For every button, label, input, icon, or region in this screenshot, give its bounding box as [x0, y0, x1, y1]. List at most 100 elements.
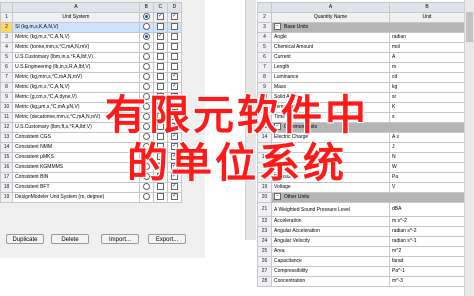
- display-checkbox[interactable]: [156, 163, 164, 171]
- active-radio[interactable]: [142, 133, 150, 141]
- display-checkbox[interactable]: [156, 53, 164, 61]
- unit-value[interactable]: farad: [389, 256, 465, 267]
- section-row[interactable]: 3− Base Units: [257, 22, 465, 33]
- unit-value[interactable]: m^2: [389, 246, 465, 257]
- display-checkbox[interactable]: [156, 43, 164, 51]
- active-radio[interactable]: [142, 103, 150, 111]
- display-checkbox[interactable]: [156, 123, 164, 131]
- suppress-checkbox[interactable]: [170, 103, 178, 111]
- active-radio[interactable]: [142, 83, 150, 91]
- suppress-checkbox[interactable]: [170, 163, 178, 171]
- quantity-row[interactable]: 7 Length m: [257, 62, 465, 73]
- unit-system-row[interactable]: 12 U.S.Customary (lbm,ft,s,°F,A,lbf,V): [0, 122, 183, 133]
- unit-system-row[interactable]: 13 Consistent CGS: [0, 132, 183, 143]
- import-button[interactable]: Import...: [101, 234, 139, 244]
- unit-value[interactable]: m s^-2: [389, 216, 465, 227]
- quantity-row[interactable]: 21 A Weighted Sound Pressure Level dBA: [257, 202, 465, 217]
- unit-value[interactable]: K: [389, 102, 465, 113]
- suppress-checkbox[interactable]: [170, 153, 178, 161]
- quantity-row[interactable]: 26 Capacitance farad: [257, 256, 465, 267]
- active-radio[interactable]: [142, 173, 150, 181]
- unit-value[interactable]: m: [389, 62, 465, 73]
- active-radio[interactable]: [142, 193, 150, 201]
- unit-system-row[interactable]: 10 Metric (kg,μm,s,°C,mA,μN,V): [0, 102, 183, 113]
- unit-system-row[interactable]: 5 U.S.Customary (lbm,in,s,°F,A,lbf,V): [0, 52, 183, 63]
- display-checkbox[interactable]: [156, 183, 164, 191]
- section-row[interactable]: 20− Other Units: [257, 192, 465, 203]
- active-radio[interactable]: [142, 33, 150, 41]
- quantity-row[interactable]: 11 Temperature K: [257, 102, 465, 113]
- unit-system-row[interactable]: 15 Consistent μMKS: [0, 152, 183, 163]
- active-radio[interactable]: [142, 43, 150, 51]
- active-radio[interactable]: [142, 113, 150, 121]
- unit-value[interactable]: N: [389, 152, 465, 163]
- display-checkbox[interactable]: [156, 173, 164, 181]
- unit-system-row[interactable]: 16 Consistent KGMMMS: [0, 162, 183, 173]
- unit-value[interactable]: V: [389, 182, 465, 193]
- display-checkbox[interactable]: [156, 63, 164, 71]
- active-radio[interactable]: [142, 163, 150, 171]
- display-checkbox[interactable]: [156, 113, 164, 121]
- unit-value[interactable]: sr: [389, 92, 465, 103]
- display-checkbox[interactable]: [156, 23, 164, 31]
- quantity-row[interactable]: 6 Current A: [257, 52, 465, 63]
- quantity-row[interactable]: 23 Angular Acceleration radian s^-2: [257, 226, 465, 237]
- suppress-checkbox[interactable]: [170, 53, 178, 61]
- display-checkbox[interactable]: [156, 103, 164, 111]
- unit-system-row[interactable]: 9 Metric (g,cm,s,°C,A,dyne,V): [0, 92, 183, 103]
- display-checkbox[interactable]: [156, 33, 164, 41]
- unit-system-row[interactable]: 3 Metric (kg,m,s,°C,A,N,V): [0, 32, 183, 43]
- display-checkbox[interactable]: [156, 83, 164, 91]
- unit-system-row[interactable]: 11 Metric (decatonne,mm,s,°C,mA,N,mV): [0, 112, 183, 123]
- active-radio[interactable]: [142, 143, 150, 151]
- quantity-row[interactable]: 10 Solid Angle sr: [257, 92, 465, 103]
- unit-value[interactable]: kg: [389, 82, 465, 93]
- collapse-toggle-icon[interactable]: −: [274, 193, 281, 201]
- suppress-checkbox[interactable]: [170, 43, 178, 51]
- unit-system-row[interactable]: 6 U.S.Engineering (lb,in,s,R,A,lbf,V): [0, 62, 183, 73]
- suppress-checkbox[interactable]: [170, 133, 178, 141]
- quantity-row[interactable]: 19 Voltage V: [257, 182, 465, 193]
- quantity-row[interactable]: 12 Time s: [257, 112, 465, 123]
- scrollbar-thumb[interactable]: [466, 12, 473, 42]
- display-checkbox[interactable]: [156, 153, 164, 161]
- suppress-checkbox[interactable]: [170, 113, 178, 121]
- active-radio[interactable]: [142, 123, 150, 131]
- right-scrollbar[interactable]: [464, 0, 474, 296]
- unit-value[interactable]: Pa: [389, 172, 465, 183]
- quantity-row[interactable]: 27 Compressibility Pa^-1: [257, 266, 465, 277]
- suppress-checkbox[interactable]: [170, 193, 178, 201]
- unit-value[interactable]: radian s^-2: [389, 226, 465, 237]
- suppress-checkbox[interactable]: [170, 33, 178, 41]
- unit-value[interactable]: radian: [389, 32, 465, 43]
- quantity-row[interactable]: 15 Energy J: [257, 142, 465, 153]
- unit-value[interactable]: radian s^-1: [389, 236, 465, 247]
- delete-button[interactable]: Delete: [51, 234, 89, 244]
- unit-system-row[interactable]: 4 Metric (tonne,mm,s,°C,mA,N,mV): [0, 42, 183, 53]
- section-row[interactable]: 13− Common Units: [257, 122, 465, 133]
- left-scrollbar[interactable]: [245, 0, 256, 240]
- suppress-checkbox[interactable]: [170, 173, 178, 181]
- unit-system-row[interactable]: 18 Consistent BFT: [0, 182, 183, 193]
- active-radio[interactable]: [142, 153, 150, 161]
- suppress-checkbox[interactable]: [170, 73, 178, 81]
- quantity-row[interactable]: 9 Mass kg: [257, 82, 465, 93]
- active-radio[interactable]: [142, 63, 150, 71]
- unit-value[interactable]: A: [389, 52, 465, 63]
- active-radio[interactable]: [142, 73, 150, 81]
- active-radio[interactable]: [142, 183, 150, 191]
- display-checkbox[interactable]: [156, 93, 164, 101]
- quantity-row[interactable]: 14 Electric Charge A s: [257, 132, 465, 143]
- display-checkbox[interactable]: [156, 193, 164, 201]
- display-checkbox[interactable]: [156, 73, 164, 81]
- quantity-row[interactable]: 22 Acceleration m s^-2: [257, 216, 465, 227]
- unit-system-row[interactable]: 14 Consistent NMM: [0, 142, 183, 153]
- collapse-toggle-icon[interactable]: −: [274, 123, 281, 131]
- active-radio[interactable]: [142, 23, 150, 31]
- suppress-checkbox[interactable]: [170, 123, 178, 131]
- suppress-checkbox[interactable]: [170, 183, 178, 191]
- quantity-row[interactable]: 5 Chemical Amount mol: [257, 42, 465, 53]
- unit-value[interactable]: s: [389, 112, 465, 123]
- unit-value[interactable]: J: [389, 142, 465, 153]
- unit-value[interactable]: W: [389, 162, 465, 173]
